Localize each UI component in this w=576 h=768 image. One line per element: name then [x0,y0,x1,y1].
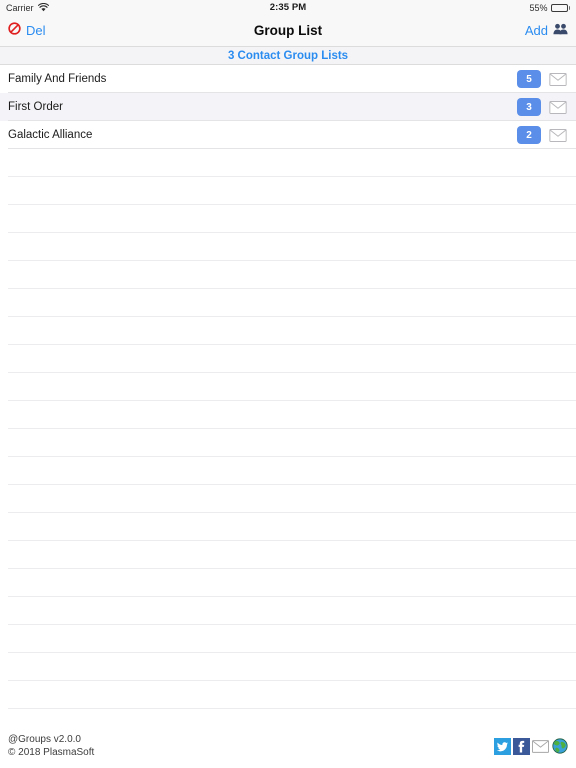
status-bar-right: 55% [529,3,570,13]
envelope-icon[interactable] [548,71,568,87]
empty-table-row [0,625,576,653]
status-bar: Carrier 2:35 PM 55% [0,0,576,15]
empty-table-row [0,233,576,261]
battery-percent-label: 55% [529,2,548,13]
empty-table-row [0,653,576,681]
group-people-icon [553,22,568,40]
envelope-icon[interactable] [548,127,568,143]
table-row[interactable]: First Order 3 [0,93,576,121]
empty-table-row [0,597,576,625]
footer: @Groups v2.0.0 © 2018 PlasmaSoft [0,724,576,768]
empty-table-row [0,289,576,317]
facebook-icon[interactable] [513,737,530,755]
empty-table-row [0,681,576,709]
navigation-bar: Del Group List Add [0,15,576,47]
app-root: Carrier 2:35 PM 55% Del Group List Add 3… [0,0,576,768]
group-name-label: First Order [8,101,63,113]
empty-table-row [0,261,576,289]
contact-count-badge[interactable]: 3 [517,98,541,116]
empty-table-row [0,569,576,597]
footer-social-icons [494,737,568,755]
empty-table-row [0,317,576,345]
empty-table-row [0,541,576,569]
table-row[interactable]: Galactic Alliance 2 [0,121,576,149]
prohibited-icon [8,21,21,40]
empty-table-row [0,149,576,177]
add-group-button[interactable]: Add [525,22,568,40]
twitter-icon[interactable] [494,737,511,755]
footer-app-info: @Groups v2.0.0 © 2018 PlasmaSoft [8,733,94,759]
group-name-label: Family And Friends [8,73,107,85]
row-accessory: 3 [517,98,568,116]
row-accessory: 5 [517,70,568,88]
row-accessory: 2 [517,126,568,144]
globe-icon[interactable] [551,738,568,755]
footer-copyright: © 2018 PlasmaSoft [8,747,95,758]
page-title: Group List [253,23,323,38]
empty-table-row [0,429,576,457]
footer-version: @Groups v2.0.0 [8,734,81,745]
battery-icon [550,3,570,12]
empty-table-row [0,177,576,205]
table-row[interactable]: Family And Friends 5 [0,65,576,93]
add-button-label: Add [524,23,548,38]
delete-button[interactable]: Del [8,21,46,40]
empty-table-row [0,205,576,233]
status-bar-time: 2:35 PM [269,2,307,13]
empty-table-row [0,401,576,429]
delete-button-label: Del [26,23,46,38]
contact-count-badge[interactable]: 5 [517,70,541,88]
empty-table-row [0,513,576,541]
empty-table-row [0,457,576,485]
envelope-icon[interactable] [548,99,568,115]
contact-count-badge[interactable]: 2 [517,126,541,144]
group-name-label: Galactic Alliance [8,129,93,141]
empty-table-row [0,709,576,724]
group-list[interactable]: Family And Friends 5 First Order 3 Galactic … [0,65,576,724]
email-icon[interactable] [532,738,549,755]
empty-table-row [0,345,576,373]
empty-table-row [0,485,576,513]
group-count-bar: 3 Contact Group Lists [0,47,576,65]
empty-table-row [0,373,576,401]
group-count-label: 3 Contact Group Lists [227,49,349,62]
